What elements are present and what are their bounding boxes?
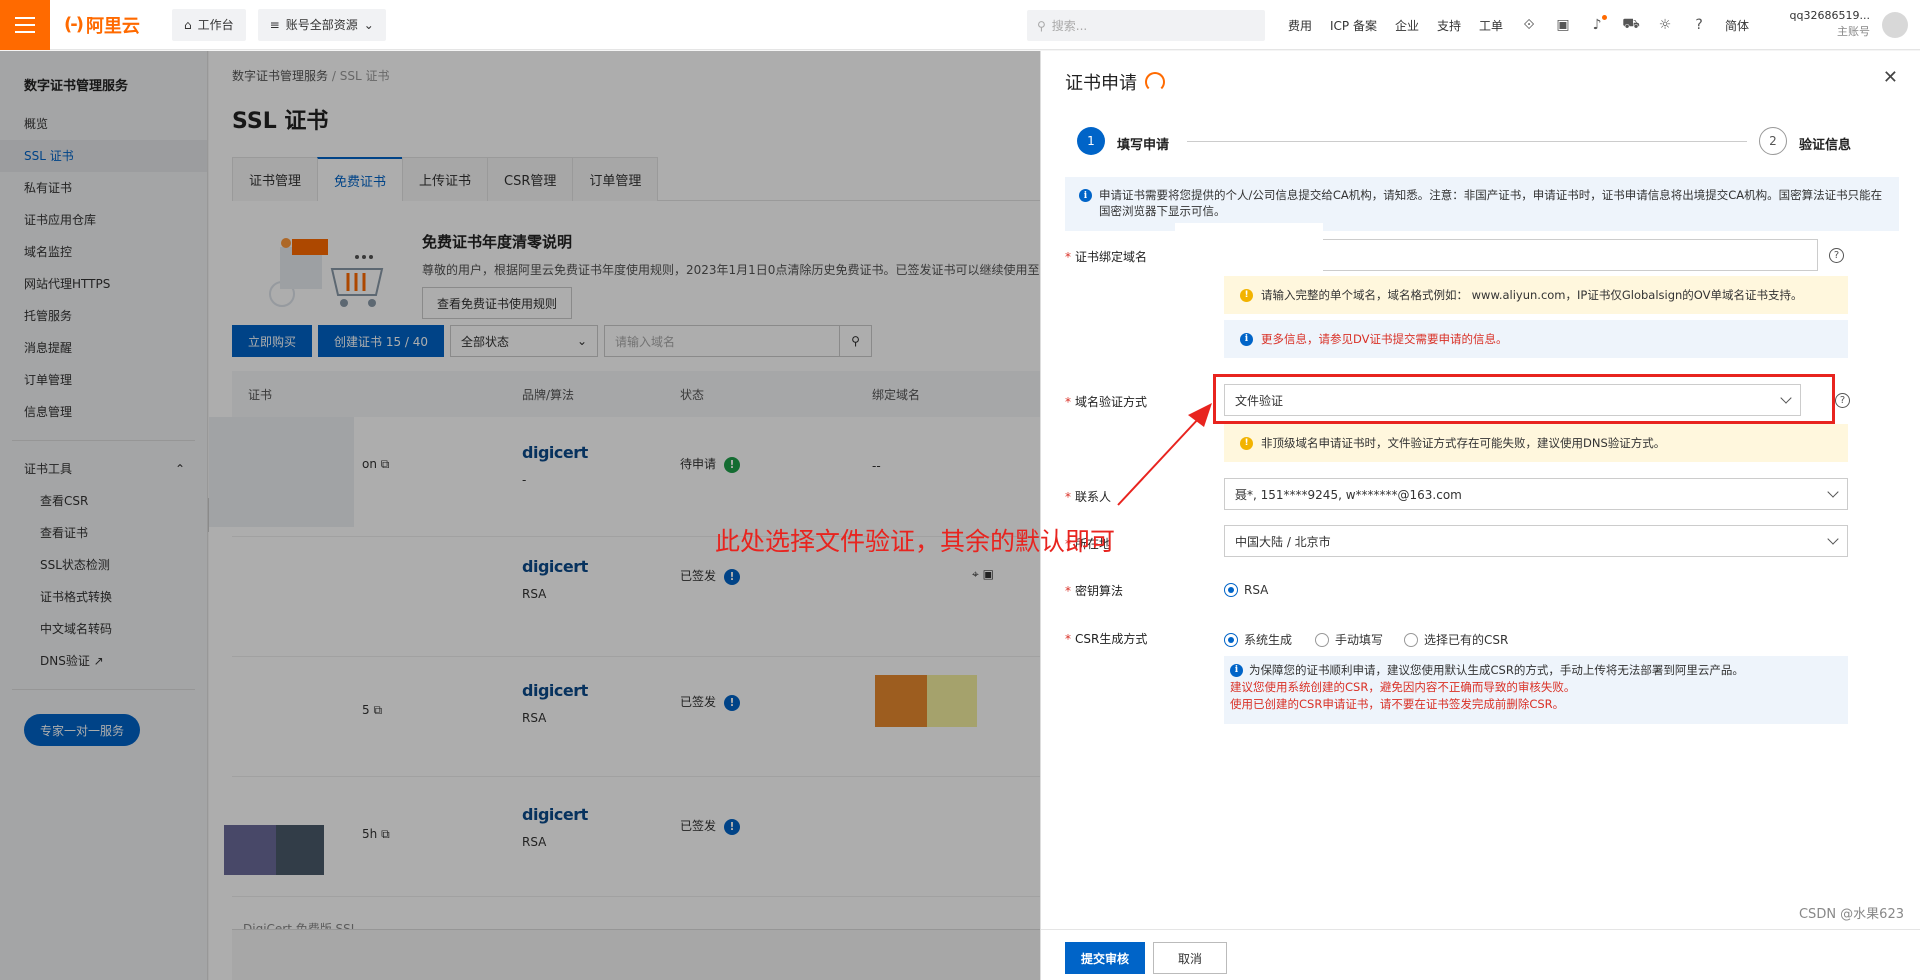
chevron-down-icon: ⌄: [363, 17, 374, 32]
redacted-block: [1175, 223, 1323, 271]
verify-warning: ! 非顶级域名申请证书时，文件验证方式存在可能失败，建议使用DNS验证方式。: [1224, 424, 1848, 462]
info-icon: i: [1230, 664, 1243, 677]
domain-more-info[interactable]: i 更多信息，请参见DV证书提交需要申请的信息。: [1224, 320, 1848, 358]
hamburger-menu-icon[interactable]: [0, 0, 50, 50]
workbench-button[interactable]: ⌂ 工作台: [172, 8, 246, 41]
close-icon[interactable]: ✕: [1883, 67, 1898, 88]
modal-overlay[interactable]: [0, 51, 1040, 980]
radio-system-generate[interactable]: 系统生成: [1224, 631, 1292, 648]
cloud-shell-icon[interactable]: ⟐: [1521, 17, 1537, 33]
contact-select[interactable]: 聂*, 151****9245, w*******@163.com: [1224, 478, 1848, 510]
csr-warning-2: 使用已创建的CSR申请证书，请不要在证书签发完成前删除CSR。: [1230, 697, 1565, 711]
help-icon[interactable]: ?: [1691, 17, 1707, 33]
cart-icon[interactable]: ⛟: [1622, 16, 1640, 33]
step-2-label: 验证信息: [1799, 138, 1852, 153]
radio-existing-csr[interactable]: 选择已有的CSR: [1404, 631, 1508, 648]
resource-selector[interactable]: ≡ 账号全部资源 ⌄: [257, 8, 386, 41]
info-icon: i: [1240, 332, 1253, 346]
terminal-icon[interactable]: ▣: [1555, 17, 1571, 33]
lightbulb-icon[interactable]: ☼: [1657, 17, 1673, 33]
key-algo-label: * 密钥算法: [1065, 584, 1124, 598]
steps: 1 填写申请 2 验证信息: [1077, 127, 1897, 157]
top-bar: (-) 阿里云 ⌂ 工作台 ≡ 账号全部资源 ⌄ ⚲ 搜索... 费用 ICP 备案 企业…: [0, 0, 1920, 50]
user-menu[interactable]: qq32686519... 主账号: [1790, 8, 1870, 40]
search-icon: ⚲: [1037, 18, 1046, 33]
user-role: 主账号: [1837, 25, 1870, 38]
headset-icon[interactable]: [1145, 72, 1165, 92]
warning-icon: !: [1240, 288, 1253, 302]
radio-rsa[interactable]: RSA: [1224, 583, 1268, 597]
drawer-footer: 提交审核 取消: [1041, 929, 1920, 980]
chevron-down-icon: [1827, 533, 1839, 545]
help-icon[interactable]: ?: [1829, 248, 1844, 263]
top-link-icp[interactable]: ICP 备案: [1330, 17, 1377, 34]
aliyun-logo[interactable]: (-) 阿里云: [50, 0, 160, 50]
region-select[interactable]: 中国大陆 / 北京市: [1224, 525, 1848, 557]
info-icon: i: [1079, 189, 1092, 202]
top-link-support[interactable]: 支持: [1437, 17, 1461, 34]
csr-warning-1: 建议您使用系统创建的CSR，避免因内容不正确而导致的审核失败。: [1230, 680, 1576, 694]
step-1-circle: 1: [1077, 127, 1105, 155]
bell-icon[interactable]: ♪: [1589, 15, 1608, 33]
domain-label: * 证书绑定域名: [1065, 250, 1148, 264]
radio-manual[interactable]: 手动填写: [1315, 631, 1383, 648]
home-icon: ⌂: [184, 17, 192, 32]
global-search-input[interactable]: ⚲ 搜索...: [1027, 10, 1265, 41]
help-icon[interactable]: ?: [1835, 393, 1850, 408]
step-2-circle: 2: [1759, 127, 1787, 155]
top-link-ticket[interactable]: 工单: [1479, 17, 1503, 34]
step-connector: [1187, 141, 1747, 142]
annotation-text: 此处选择文件验证，其余的默认即可: [715, 527, 1116, 556]
chevron-down-icon: [1827, 486, 1839, 498]
step-1-label: 填写申请: [1117, 138, 1170, 153]
csr-label: * CSR生成方式: [1065, 632, 1148, 646]
top-link-fees[interactable]: 费用: [1288, 17, 1312, 34]
top-link-enterprise[interactable]: 企业: [1395, 17, 1419, 34]
submit-button[interactable]: 提交审核: [1065, 942, 1146, 974]
language-switch[interactable]: 简体: [1725, 17, 1749, 34]
csr-info-box: i 为保障您的证书顺利申请，建议您使用默认生成CSR的方式，手动上传将无法部署到阿…: [1224, 656, 1848, 724]
drawer-title: 证书申请: [1065, 69, 1165, 95]
cert-apply-drawer: 证书申请 ✕ 1 填写申请 2 验证信息 i 申请证书需要将您提供的个人/公司信…: [1040, 51, 1920, 980]
user-name: qq32686519...: [1789, 9, 1870, 22]
warning-icon: !: [1240, 436, 1253, 450]
cancel-button[interactable]: 取消: [1153, 942, 1228, 974]
stack-icon: ≡: [269, 17, 280, 32]
domain-warning: ! 请输入完整的单个域名，域名格式例如： www.aliyun.com，IP证书…: [1224, 276, 1848, 314]
watermark: CSDN @水果623: [1798, 907, 1904, 922]
highlight-frame: [1213, 374, 1835, 424]
annotation-arrow: [1117, 403, 1212, 506]
avatar[interactable]: [1882, 12, 1908, 38]
